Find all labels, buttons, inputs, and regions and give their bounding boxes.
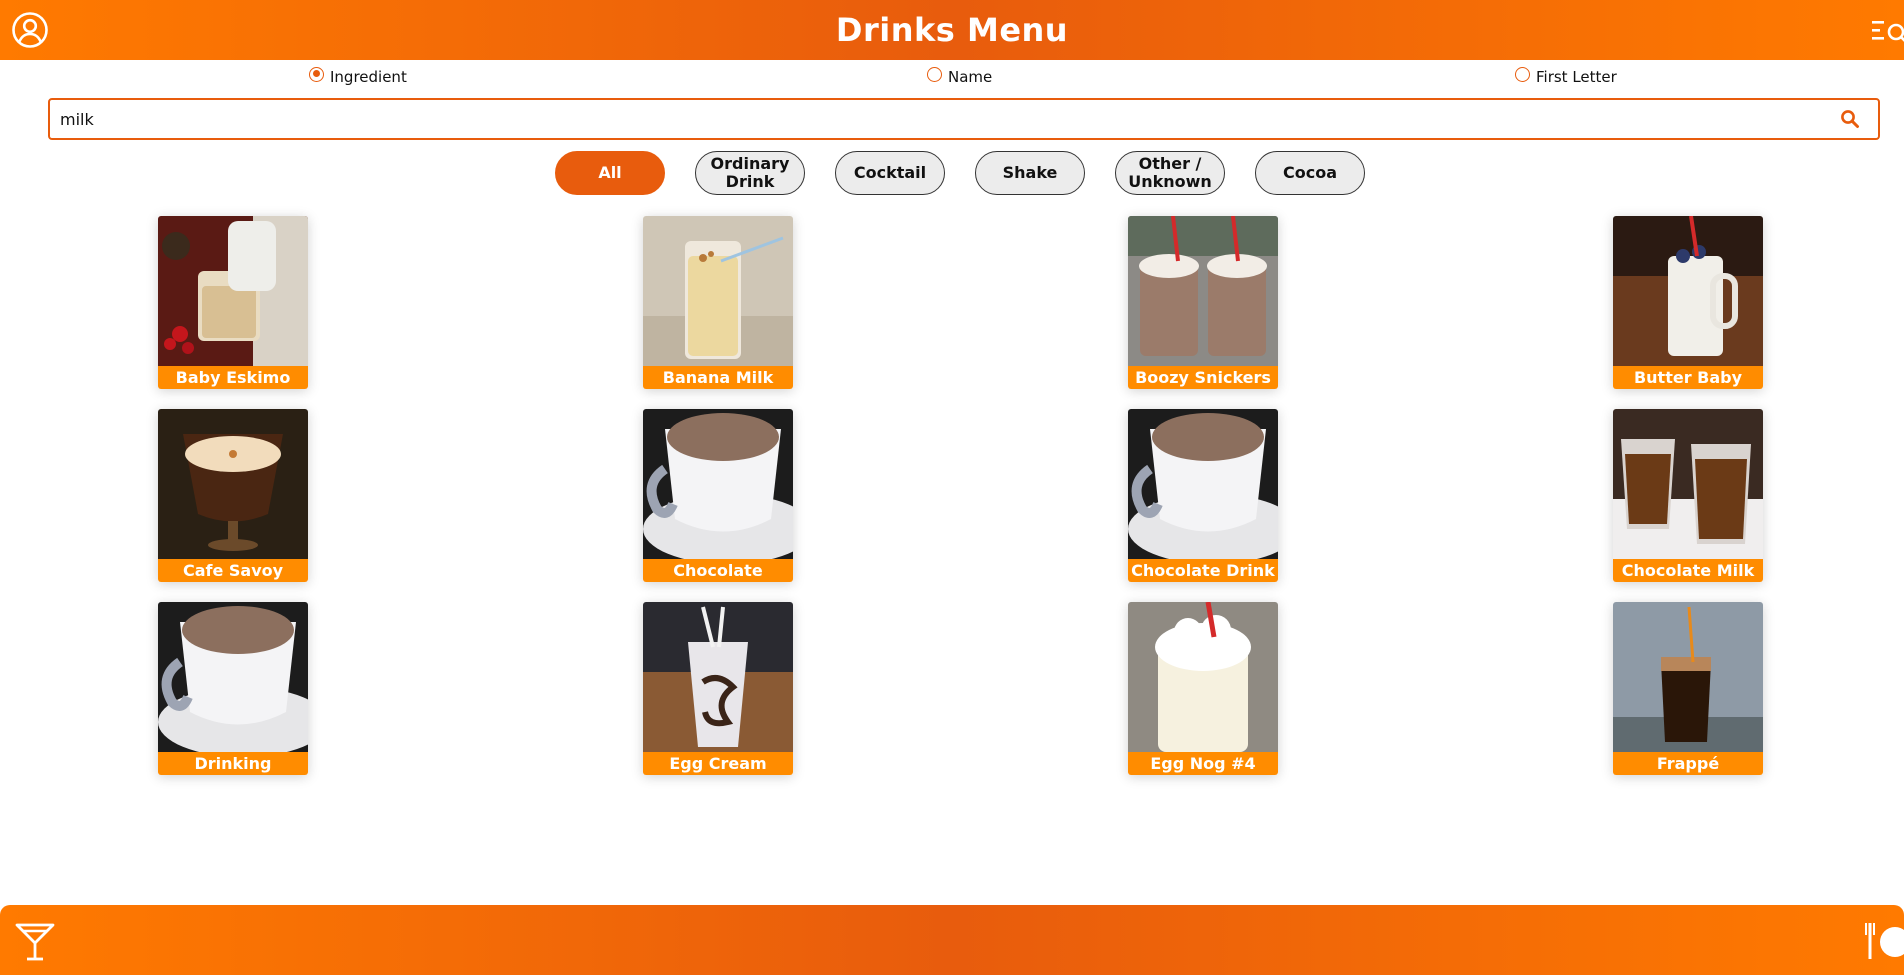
drink-card[interactable]: Chocolate [643,409,793,582]
user-circle-icon[interactable] [11,11,49,49]
category-other-unknown[interactable]: Other / Unknown [1115,151,1225,195]
drink-name: Egg Cream [643,752,793,775]
drink-image [643,216,793,366]
drink-image [1613,216,1763,366]
drink-card[interactable]: Chocolate Milk [1613,409,1763,582]
search-mode-options: Ingredient Name First Letter [0,66,1904,90]
drink-name: Baby Eskimo [158,366,308,389]
drink-card[interactable]: Chocolate Drink [1128,409,1278,582]
drink-card[interactable]: Boozy Snickers [1128,216,1278,389]
category-ordinary-drink[interactable]: Ordinary Drink [695,151,805,195]
header-bar: Drinks Menu [0,0,1904,60]
cocktail-icon[interactable] [14,919,56,963]
drink-image [643,409,793,559]
radio-button[interactable] [927,66,942,82]
drink-card[interactable]: Egg Nog #4 [1128,602,1278,775]
drink-name: Chocolate [643,559,793,582]
drink-card[interactable]: Egg Cream [643,602,793,775]
radio-first-letter[interactable]: First Letter [1515,66,1617,86]
drink-name: Chocolate Milk [1613,559,1763,582]
drink-card[interactable]: Baby Eskimo [158,216,308,389]
search-input[interactable] [60,108,1760,130]
drink-image [1128,409,1278,559]
radio-ingredient[interactable]: Ingredient [309,66,407,86]
page-title: Drinks Menu [835,11,1069,49]
radio-button-checked[interactable] [309,66,324,82]
drink-card[interactable]: Cafe Savoy [158,409,308,582]
drink-name: Banana Milk [643,366,793,389]
radio-button[interactable] [1515,66,1530,82]
drink-image [158,602,308,752]
category-all[interactable]: All [555,151,665,195]
category-filter: All Ordinary Drink Cocktail Shake Other … [0,151,1904,196]
drink-name: Boozy Snickers [1128,366,1278,389]
category-cocoa[interactable]: Cocoa [1255,151,1365,195]
footer-bar [0,905,1904,975]
drink-name: Chocolate Drink [1128,559,1278,582]
menu-search-icon[interactable] [1870,11,1904,49]
drink-image [158,216,308,366]
drink-name: Drinking [158,752,308,775]
drink-image [643,602,793,752]
drink-name: Cafe Savoy [158,559,308,582]
drink-card[interactable]: Butter Baby [1613,216,1763,389]
drink-card[interactable]: Drinking [158,602,308,775]
search-box [48,98,1880,140]
search-icon[interactable] [1840,109,1860,129]
drink-card[interactable]: Banana Milk [643,216,793,389]
drink-image [1613,409,1763,559]
radio-name-label: Name [948,68,993,86]
category-shake[interactable]: Shake [975,151,1085,195]
radio-name[interactable]: Name [927,66,993,86]
drink-image [158,409,308,559]
drink-image [1128,216,1278,366]
drink-name: Butter Baby [1613,366,1763,389]
drink-name: Egg Nog #4 [1128,752,1278,775]
drink-card[interactable]: Frappé [1613,602,1763,775]
drink-image [1613,602,1763,752]
drink-name: Frappé [1613,752,1763,775]
category-cocktail[interactable]: Cocktail [835,151,945,195]
drink-image [1128,602,1278,752]
radio-ingredient-label: Ingredient [330,68,407,86]
radio-first-letter-label: First Letter [1536,68,1617,86]
restaurant-icon[interactable] [1864,919,1904,963]
